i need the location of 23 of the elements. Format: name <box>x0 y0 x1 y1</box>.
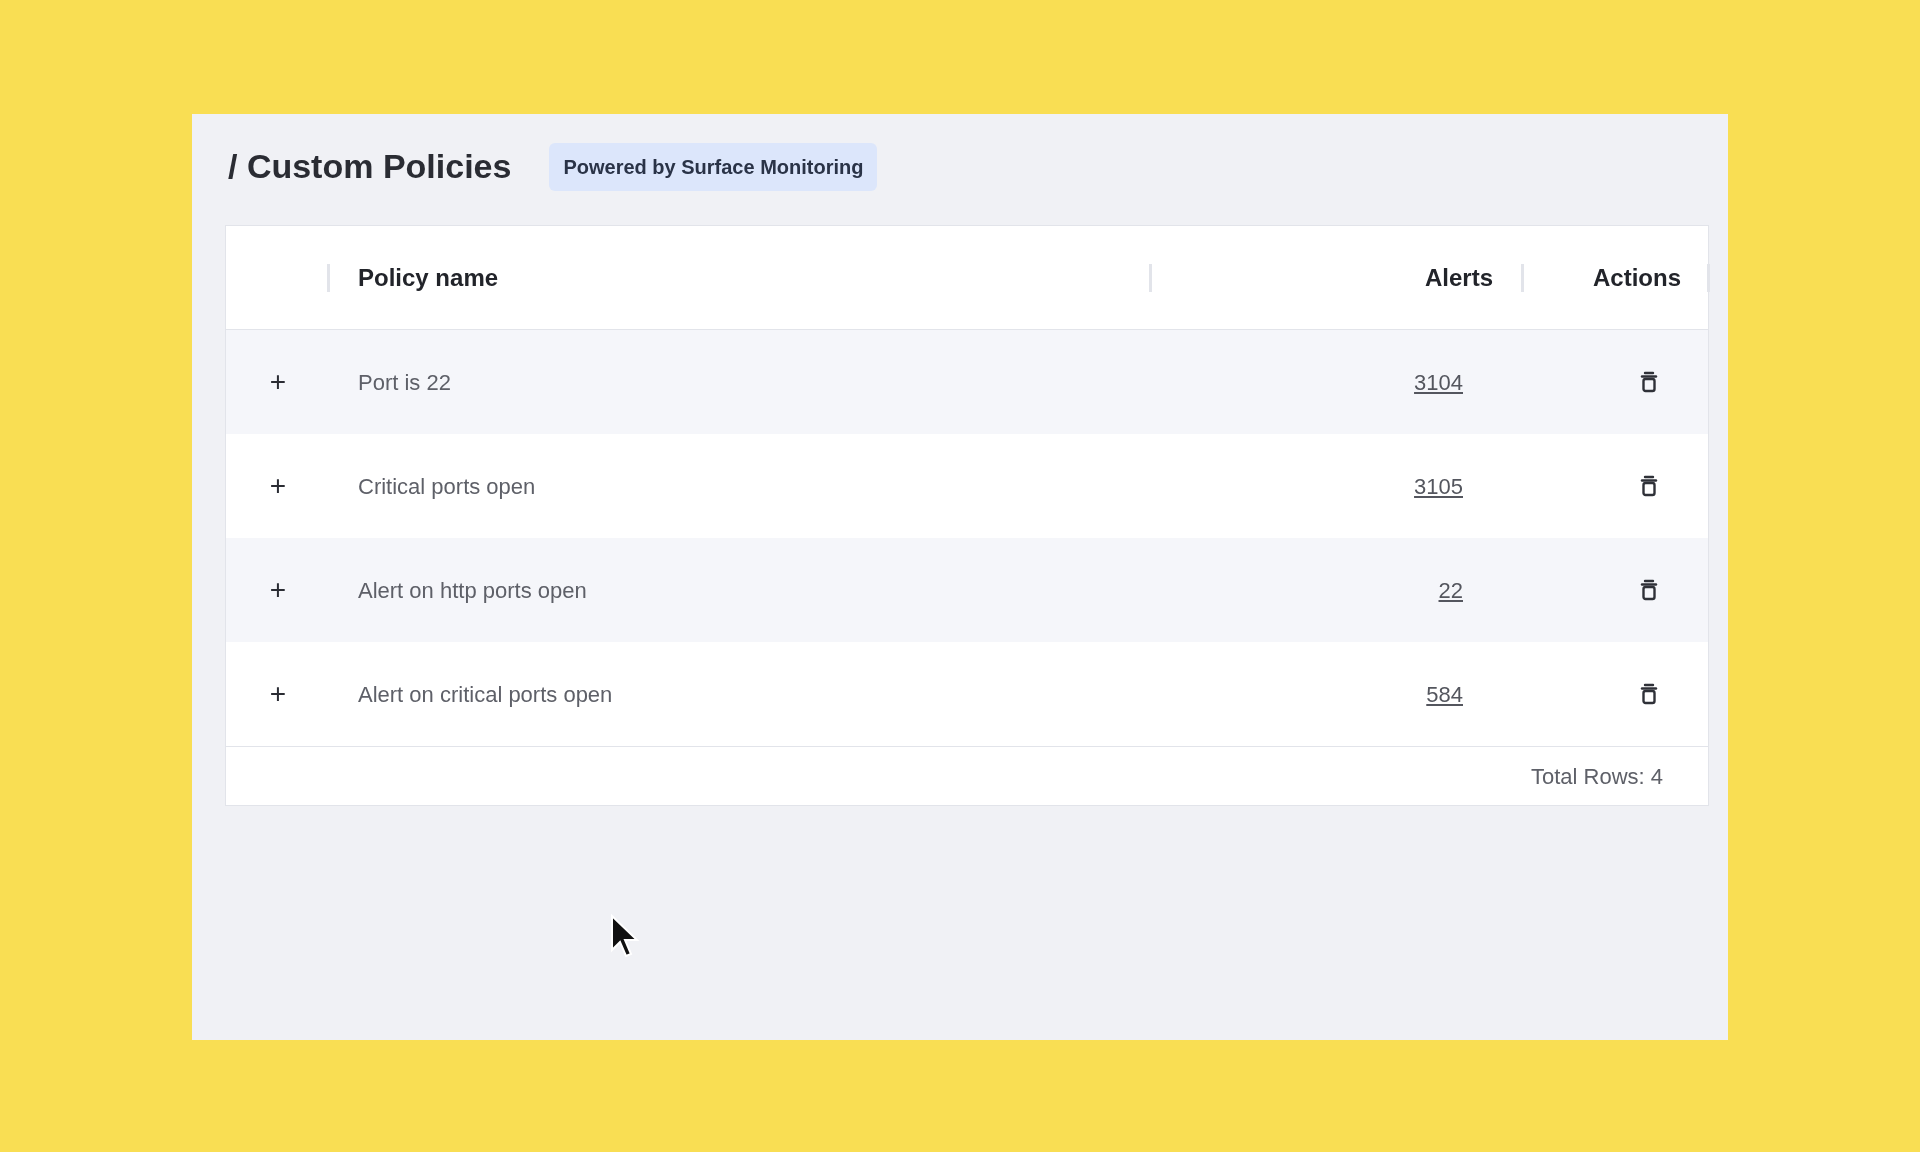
policy-name: Alert on http ports open <box>357 576 588 605</box>
alerts-link[interactable]: 584 <box>1426 677 1463 711</box>
expand-button[interactable]: + <box>269 576 287 604</box>
powered-by-badge: Powered by Surface Monitoring <box>549 142 878 191</box>
column-header: Actions <box>1593 262 1681 293</box>
alerts-link[interactable]: 22 <box>1438 573 1463 607</box>
page-title: / Custom Policies <box>228 146 512 187</box>
expand-button[interactable]: + <box>269 472 287 500</box>
expand-button[interactable]: + <box>269 680 287 708</box>
total-rows: Total Rows: 4 <box>1530 759 1663 793</box>
mouse-cursor-icon <box>610 914 640 958</box>
trash-icon[interactable] <box>1640 371 1658 393</box>
policy-name: Port is 22 <box>357 368 452 397</box>
column-header: Alerts <box>1424 262 1493 293</box>
expand-button[interactable]: + <box>269 368 287 396</box>
alerts-link[interactable]: 3105 <box>1414 469 1463 503</box>
alerts-link[interactable]: 3104 <box>1414 365 1463 399</box>
trash-icon[interactable] <box>1640 579 1658 601</box>
policy-name: Critical ports open <box>357 472 537 501</box>
column-header: Policy name <box>358 262 499 293</box>
policy-name: Alert on critical ports open <box>357 680 614 709</box>
trash-icon[interactable] <box>1640 475 1658 497</box>
trash-icon[interactable] <box>1640 683 1658 705</box>
